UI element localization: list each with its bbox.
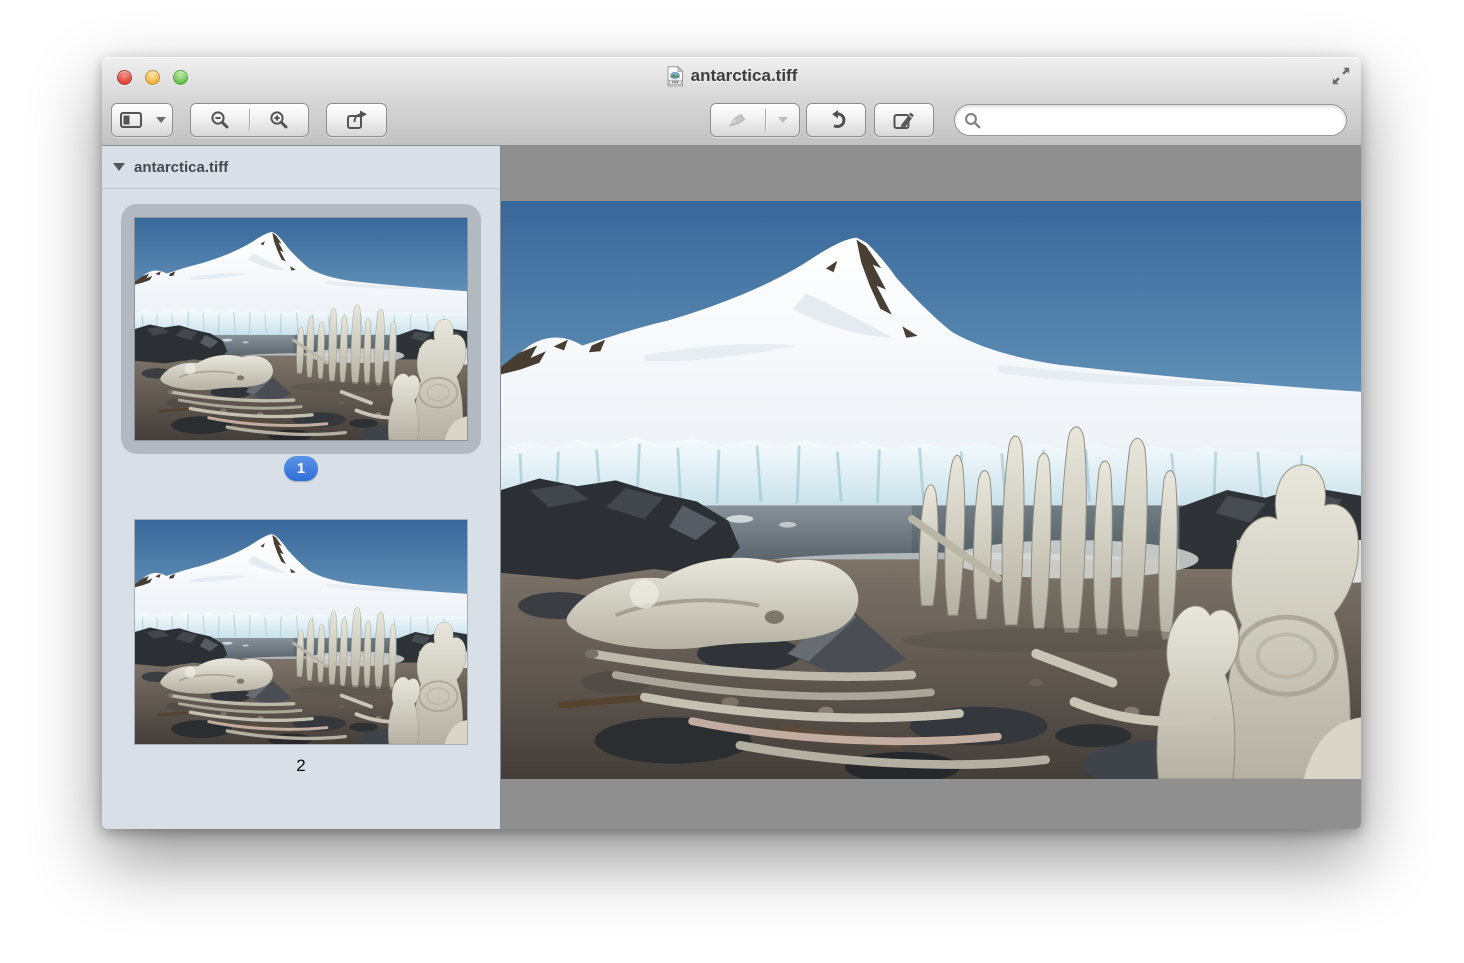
sidebar-file-name: antarctica.tiff <box>134 159 228 176</box>
antarctica-photo <box>501 201 1361 779</box>
thumbnail-list[interactable]: 1 2 <box>102 189 500 829</box>
chevron-down-icon <box>778 117 788 123</box>
sidebar: antarctica.tiff 1 2 <box>102 146 501 829</box>
zoom-out-button[interactable] <box>191 104 249 136</box>
tiff-document-icon: TIFF <box>666 66 684 87</box>
page-2-thumbnail[interactable] <box>135 520 467 744</box>
page-number-badge: 1 <box>284 456 318 481</box>
tiff-icon-label: TIFF <box>671 80 678 84</box>
fullscreen-arrows-icon[interactable] <box>1332 67 1350 85</box>
view-button[interactable] <box>111 103 173 137</box>
window-title: antarctica.tiff <box>691 66 798 86</box>
window-content: antarctica.tiff 1 2 <box>102 146 1361 829</box>
highlight-button[interactable] <box>711 104 765 136</box>
share-arrow-icon <box>346 110 368 130</box>
page-1-thumbnail[interactable] <box>135 218 467 440</box>
minimize-icon[interactable] <box>145 70 160 85</box>
sidebar-panel-icon <box>120 112 142 128</box>
highlighter-icon <box>727 111 749 129</box>
magnifier-plus-icon <box>269 110 289 130</box>
toolbar <box>102 95 1361 145</box>
image-canvas[interactable] <box>501 146 1361 829</box>
chevron-down-icon <box>156 117 166 123</box>
photo-holder <box>501 201 1361 779</box>
share-button[interactable] <box>326 103 387 137</box>
zoom-in-button[interactable] <box>250 104 308 136</box>
search-input[interactable] <box>981 107 1346 133</box>
rotate-left-button[interactable] <box>806 103 866 137</box>
highlight-dropdown-button[interactable] <box>766 104 799 136</box>
search-icon <box>964 112 981 129</box>
sidebar-header[interactable]: antarctica.tiff <box>102 146 500 189</box>
markup-segmented-control <box>710 103 800 137</box>
window-header: TIFF antarctica.tiff <box>102 57 1361 146</box>
page-number-label: 2 <box>296 756 305 776</box>
close-icon[interactable] <box>117 70 132 85</box>
magnifier-minus-icon <box>210 110 230 130</box>
edit-markup-button[interactable] <box>874 103 934 137</box>
preview-window: TIFF antarctica.tiff <box>102 57 1361 829</box>
traffic-lights <box>117 70 188 85</box>
rotate-left-icon <box>826 110 846 130</box>
edit-pencil-icon <box>893 110 915 130</box>
titlebar[interactable]: TIFF antarctica.tiff <box>102 57 1361 95</box>
thumbnail-selection-highlight <box>121 204 481 454</box>
search-field[interactable] <box>954 104 1347 136</box>
zoom-segmented-control <box>190 103 309 137</box>
disclosure-triangle-icon[interactable] <box>113 163 125 171</box>
zoom-window-icon[interactable] <box>173 70 188 85</box>
